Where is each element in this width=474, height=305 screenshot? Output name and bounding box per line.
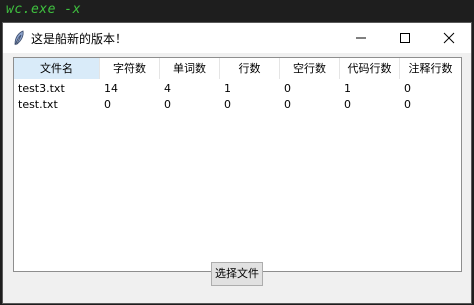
feather-icon — [14, 30, 24, 46]
minimize-button[interactable] — [339, 23, 383, 53]
column-header-lines[interactable]: 行数 — [220, 58, 280, 79]
table-row[interactable]: test3.txt 14 4 1 0 1 0 — [14, 81, 461, 97]
column-header-comment-lines[interactable]: 注释行数 — [400, 58, 461, 79]
results-table[interactable]: 文件名 字符数 单词数 行数 空行数 代码行数 注释行数 test3.txt 1… — [13, 57, 462, 272]
cell-code-lines: 1 — [344, 82, 351, 95]
column-header-code-lines[interactable]: 代码行数 — [340, 58, 400, 79]
cell-filename: test3.txt — [18, 82, 65, 95]
cell-comment-lines: 0 — [404, 82, 411, 95]
column-header-words[interactable]: 单词数 — [160, 58, 220, 79]
column-header-filename[interactable]: 文件名 — [14, 58, 100, 79]
maximize-button[interactable] — [383, 23, 427, 53]
app-window: 这是船新的版本！ 文件名 字符数 单词数 行数 空行数 代码行数 注释行数 te… — [2, 22, 472, 304]
select-file-button[interactable]: 选择文件 — [211, 262, 263, 286]
title-bar[interactable]: 这是船新的版本！ — [3, 23, 471, 53]
cell-blank-lines: 0 — [284, 82, 291, 95]
close-icon — [443, 32, 455, 44]
cell-comment-lines: 0 — [404, 98, 411, 111]
table-header: 文件名 字符数 单词数 行数 空行数 代码行数 注释行数 — [14, 58, 461, 79]
table-row[interactable]: test.txt 0 0 0 0 0 0 — [14, 97, 461, 113]
maximize-icon — [400, 33, 410, 43]
cell-chars: 0 — [104, 98, 111, 111]
cell-code-lines: 0 — [344, 98, 351, 111]
cell-blank-lines: 0 — [284, 98, 291, 111]
cell-lines: 0 — [224, 98, 231, 111]
minimize-icon — [356, 37, 366, 39]
cell-chars: 14 — [104, 82, 118, 95]
terminal-command-line: wc.exe -x — [6, 2, 81, 17]
window-title: 这是船新的版本！ — [31, 32, 128, 46]
cell-lines: 1 — [224, 82, 231, 95]
column-header-blank-lines[interactable]: 空行数 — [280, 58, 340, 79]
column-header-chars[interactable]: 字符数 — [100, 58, 160, 79]
cell-words: 4 — [164, 82, 171, 95]
close-button[interactable] — [427, 23, 471, 53]
cell-words: 0 — [164, 98, 171, 111]
cell-filename: test.txt — [18, 98, 58, 111]
